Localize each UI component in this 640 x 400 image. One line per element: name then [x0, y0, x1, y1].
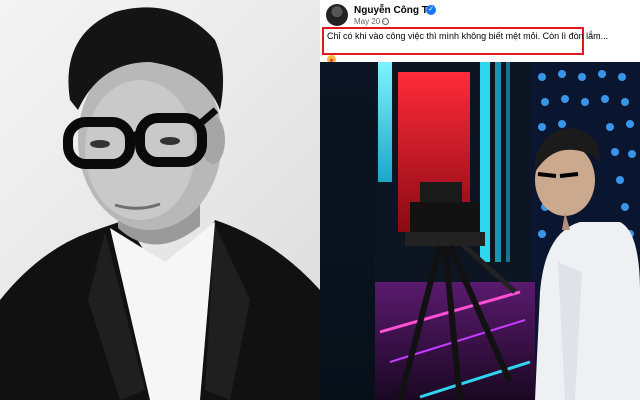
author-name[interactable]: Nguyễn Công Trí: [354, 5, 434, 16]
portrait-illustration: [0, 7, 320, 400]
post-photo[interactable]: [320, 62, 640, 400]
facebook-post: Nguyễn Công Trí ✓ May 20 · Chỉ có khi và…: [320, 0, 640, 400]
globe-icon: [382, 18, 389, 25]
post-date[interactable]: May 20 ·: [354, 17, 385, 26]
author-avatar[interactable]: [326, 4, 348, 26]
post-caption: Chỉ có khi vào công việc thì mình không …: [327, 31, 609, 41]
post-header: Nguyễn Công Trí ✓ May 20 ·: [326, 2, 626, 28]
verified-badge-icon: ✓: [426, 5, 436, 15]
studio-scene-illustration: [375, 62, 640, 400]
caption-highlight-box: Chỉ có khi vào công việc thì mình không …: [322, 27, 609, 64]
portrait-photo: [0, 0, 320, 400]
